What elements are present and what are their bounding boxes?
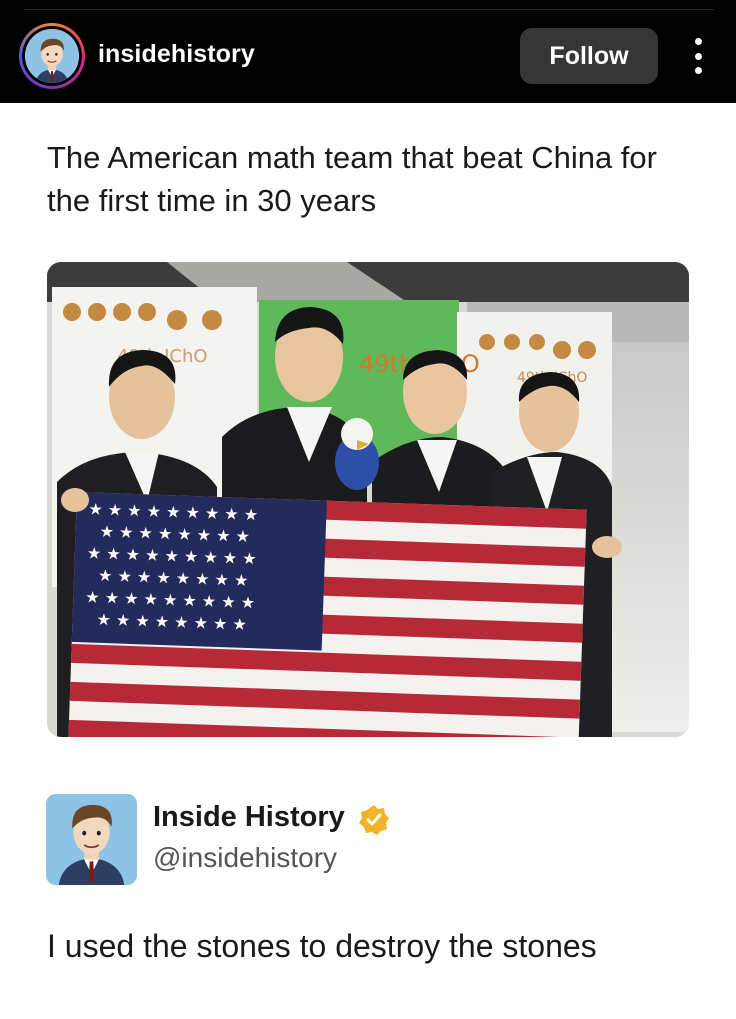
verified-badge-icon <box>358 804 390 836</box>
profile-avatar[interactable] <box>19 23 85 89</box>
divider <box>24 9 714 10</box>
post-header: insidehistory Follow <box>0 0 736 103</box>
tweet-avatar[interactable] <box>46 794 137 885</box>
avatar-portrait-icon <box>25 29 79 83</box>
more-vertical-icon[interactable] <box>684 36 712 76</box>
post-caption: The American math team that beat China f… <box>47 140 657 218</box>
username[interactable]: insidehistory <box>98 40 255 69</box>
follow-button[interactable]: Follow <box>520 28 658 84</box>
tweet-text: I used the stones to destroy the stones <box>47 928 597 964</box>
post-photo: 49th IChO 49th IChO 49th IChO <box>47 262 689 737</box>
tweet-handle[interactable]: @insidehistory <box>153 842 337 874</box>
tweet-display-name[interactable]: Inside History <box>153 801 345 834</box>
